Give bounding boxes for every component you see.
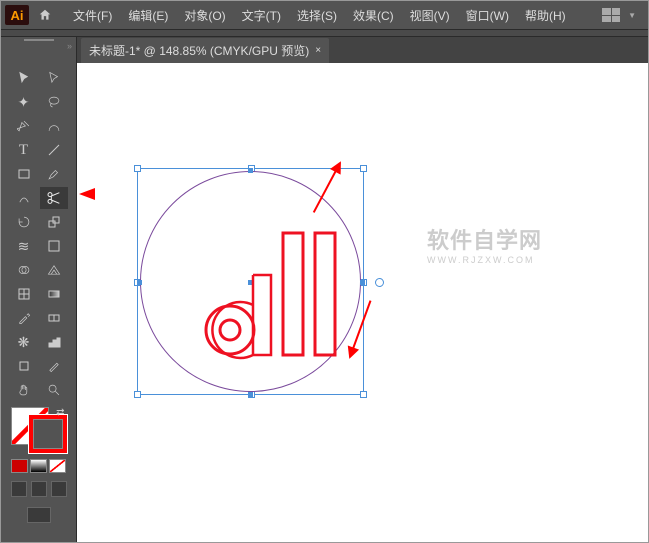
anchor-bottom[interactable] xyxy=(248,392,253,397)
anchor-left[interactable] xyxy=(137,280,142,285)
type-tool[interactable]: T xyxy=(10,139,38,161)
anchor-top[interactable] xyxy=(248,168,253,173)
handle-se[interactable] xyxy=(360,391,367,398)
menu-help[interactable]: 帮助(H) xyxy=(517,7,574,24)
swap-colors-icon[interactable]: ⇄ xyxy=(56,407,64,418)
artboard-tool[interactable] xyxy=(10,355,38,377)
screen-mode-toggle[interactable] xyxy=(27,507,51,523)
watermark-line1: 软件自学网 xyxy=(427,223,542,255)
shape-builder-tool[interactable] xyxy=(10,259,38,281)
draw-mode-row xyxy=(11,481,67,497)
blend-tool[interactable] xyxy=(40,307,68,329)
perspective-grid-tool[interactable] xyxy=(40,259,68,281)
canvas[interactable]: 软件自学网 WWW.RJZXW.COM xyxy=(77,63,648,542)
draw-inside[interactable] xyxy=(51,481,67,497)
direct-selection-tool[interactable] xyxy=(40,67,68,89)
document-tab[interactable]: 未标题-1* @ 148.85% (CMYK/GPU 预览) × xyxy=(81,38,329,63)
color-mode-solid[interactable] xyxy=(11,459,28,473)
menu-object[interactable]: 对象(O) xyxy=(176,7,233,24)
shaper-tool[interactable] xyxy=(10,187,38,209)
width-tool[interactable]: ≋ xyxy=(10,235,38,257)
selection-tool[interactable] xyxy=(10,67,38,89)
screen-mode-row xyxy=(27,507,51,523)
line-tool[interactable] xyxy=(40,139,68,161)
toolbox: ✦ T ≋ ❋ xyxy=(1,63,77,542)
menu-select[interactable]: 选择(S) xyxy=(289,7,345,24)
column-graph-tool[interactable] xyxy=(40,331,68,353)
scissors-tool[interactable] xyxy=(40,187,68,209)
app-logo: Ai xyxy=(5,5,29,25)
watermark: 软件自学网 WWW.RJZXW.COM xyxy=(427,223,542,265)
hand-tool[interactable] xyxy=(10,379,38,401)
magic-wand-tool[interactable]: ✦ xyxy=(10,91,38,113)
toolbox-header: » xyxy=(1,37,77,63)
close-icon[interactable]: × xyxy=(315,45,321,56)
color-mode-none[interactable] xyxy=(49,459,66,473)
gradient-tool[interactable] xyxy=(40,283,68,305)
color-mode-row xyxy=(11,459,67,473)
menu-file[interactable]: 文件(F) xyxy=(65,7,120,24)
draw-behind[interactable] xyxy=(31,481,47,497)
draw-normal[interactable] xyxy=(11,481,27,497)
handle-ne[interactable] xyxy=(360,165,367,172)
control-bar xyxy=(1,29,648,37)
annotation-arrow-tool xyxy=(79,188,95,200)
color-swatch-area: ⇄ xyxy=(11,407,67,473)
document-tab-bar: 未标题-1* @ 148.85% (CMYK/GPU 预览) × xyxy=(77,37,648,63)
rectangle-tool[interactable] xyxy=(10,163,38,185)
document-tab-label: 未标题-1* @ 148.85% (CMYK/GPU 预览) xyxy=(89,42,309,59)
zoom-tool[interactable] xyxy=(40,379,68,401)
scale-tool[interactable] xyxy=(40,211,68,233)
menu-type[interactable]: 文字(T) xyxy=(234,7,289,24)
menu-effect[interactable]: 效果(C) xyxy=(345,7,402,24)
handle-sw[interactable] xyxy=(134,391,141,398)
pen-tool[interactable] xyxy=(10,115,38,137)
text-art-all[interactable] xyxy=(195,205,365,370)
color-mode-gradient[interactable] xyxy=(30,459,47,473)
paintbrush-tool[interactable] xyxy=(40,163,68,185)
rotate-tool[interactable] xyxy=(10,211,38,233)
menu-edit[interactable]: 编辑(E) xyxy=(120,7,176,24)
menu-window[interactable]: 窗口(W) xyxy=(458,7,517,24)
free-transform-tool[interactable] xyxy=(40,235,68,257)
watermark-line2: WWW.RJZXW.COM xyxy=(427,255,542,265)
curvature-tool[interactable] xyxy=(40,115,68,137)
home-icon[interactable] xyxy=(35,5,55,25)
eyedropper-tool[interactable] xyxy=(10,307,38,329)
symbol-sprayer-tool[interactable]: ❋ xyxy=(10,331,38,353)
live-corner-widget[interactable] xyxy=(375,278,384,287)
slice-tool[interactable] xyxy=(40,355,68,377)
handle-nw[interactable] xyxy=(134,165,141,172)
lasso-tool[interactable] xyxy=(40,91,68,113)
mesh-tool[interactable] xyxy=(10,283,38,305)
stroke-color-swatch[interactable] xyxy=(29,415,67,453)
menu-view[interactable]: 视图(V) xyxy=(402,7,458,24)
layout-dropdown-icon[interactable]: ▼ xyxy=(628,11,636,20)
layout-icon[interactable] xyxy=(602,8,620,22)
menu-bar: Ai 文件(F) 编辑(E) 对象(O) 文字(T) 选择(S) 效果(C) 视… xyxy=(1,1,648,29)
